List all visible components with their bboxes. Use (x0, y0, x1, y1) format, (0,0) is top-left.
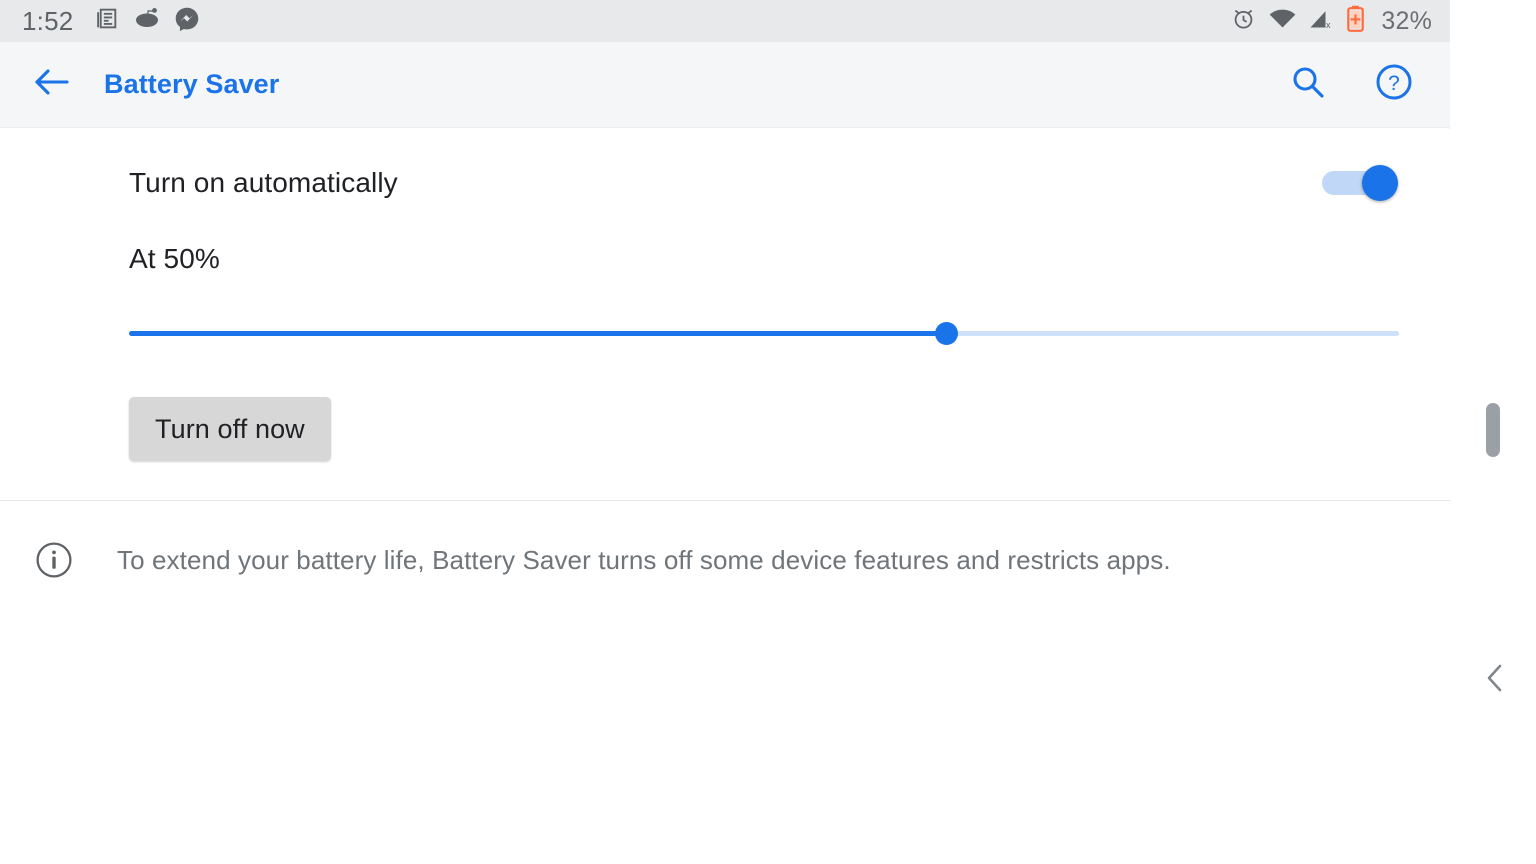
wifi-icon (1269, 8, 1296, 34)
battery-percent-label: 32% (1381, 7, 1432, 36)
scrollbar-thumb[interactable] (1486, 403, 1500, 457)
info-icon (34, 540, 74, 580)
chevron-left-icon (1484, 662, 1506, 699)
reddit-icon (134, 7, 160, 36)
status-bar: 1:52 (0, 0, 1450, 42)
alarm-icon (1231, 6, 1256, 36)
device-screen: 1:52 (0, 0, 1450, 864)
app-bar: Battery Saver ? (0, 42, 1450, 128)
threshold-slider[interactable] (0, 307, 1450, 359)
cellular-signal-off-icon: x (1309, 8, 1334, 35)
back-button[interactable] (26, 59, 78, 111)
nav-back-chevron[interactable] (1478, 660, 1512, 700)
status-clock: 1:52 (22, 6, 73, 37)
battery-saver-settings: Turn on automatically At 50% (0, 129, 1450, 501)
section-divider (0, 500, 1450, 501)
messenger-icon (174, 6, 200, 37)
search-icon (1290, 64, 1326, 105)
threshold-row: At 50% (0, 203, 1450, 275)
svg-text:x: x (1326, 20, 1331, 30)
info-text: To extend your battery life, Battery Sav… (117, 543, 1171, 578)
search-button[interactable] (1280, 57, 1336, 113)
turn-off-now-button[interactable]: Turn off now (129, 397, 331, 461)
help-button[interactable]: ? (1366, 57, 1422, 113)
switch-thumb (1362, 165, 1398, 201)
slider-thumb[interactable] (935, 322, 958, 345)
system-status-icons: x 32% (1231, 5, 1432, 37)
screen-root: 1:52 (0, 0, 1536, 864)
page-title: Battery Saver (104, 69, 279, 100)
slider-track-active (129, 331, 947, 336)
back-arrow-icon (34, 67, 70, 102)
news-article-icon (95, 6, 120, 36)
auto-enable-switch[interactable] (1322, 163, 1398, 203)
auto-enable-row[interactable]: Turn on automatically (0, 129, 1450, 203)
help-circle-icon: ? (1375, 63, 1413, 106)
threshold-label: At 50% (129, 243, 220, 274)
info-footer: To extend your battery life, Battery Sav… (0, 501, 1450, 580)
notification-icons (95, 6, 200, 37)
auto-enable-label: Turn on automatically (129, 167, 398, 199)
content-area: Turn on automatically At 50% (0, 129, 1450, 864)
battery-saver-icon (1347, 5, 1364, 37)
svg-text:?: ? (1388, 72, 1400, 95)
turn-off-row: Turn off now (0, 359, 1450, 461)
